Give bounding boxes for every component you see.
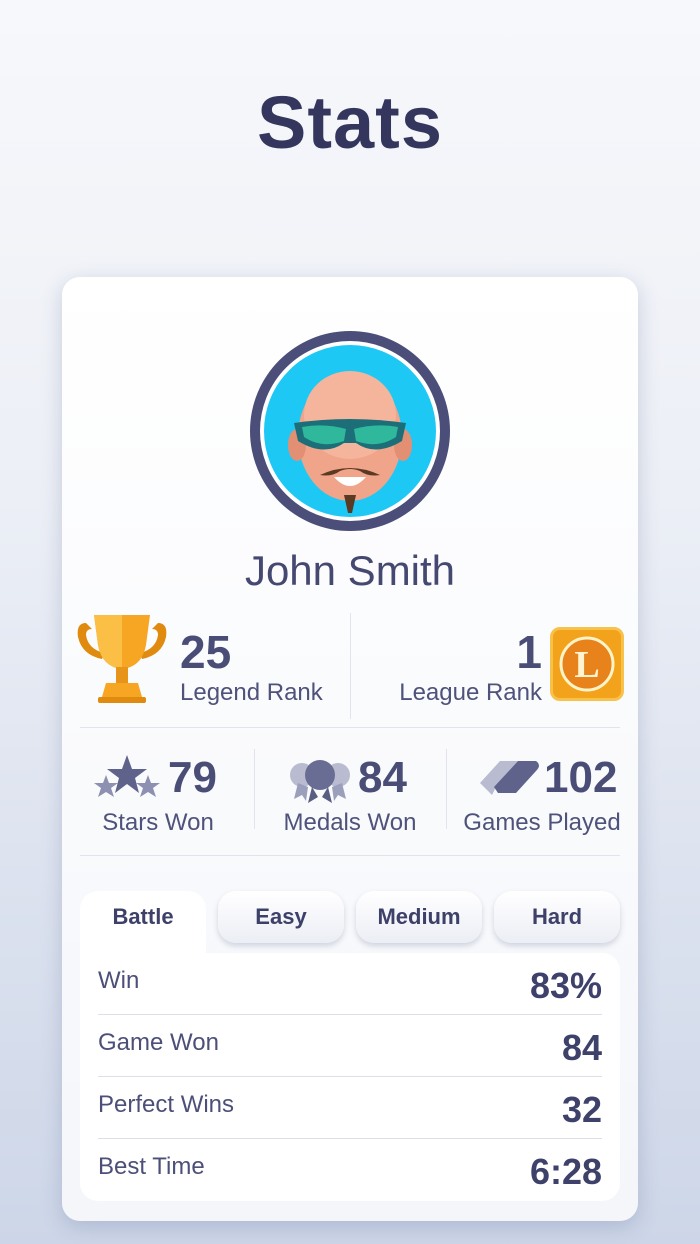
- legend-rank-label: Legend Rank: [180, 679, 323, 706]
- tab-medium[interactable]: Medium: [356, 891, 482, 943]
- divider: [80, 855, 620, 856]
- rank-row: 25 Legend Rank 1 League Rank L: [62, 607, 638, 727]
- table-row: Game Won 84: [98, 1015, 602, 1077]
- tab-battle[interactable]: Battle: [80, 891, 206, 957]
- league-badge-letter: L: [574, 644, 599, 686]
- stars-won-value: 79: [168, 753, 217, 802]
- stats-table: Win 83% Game Won 84 Perfect Wins 32 Best…: [80, 953, 620, 1201]
- stars-icon: [94, 755, 160, 797]
- row-value: 6:28: [529, 1151, 602, 1192]
- row-label: Best Time: [98, 1153, 205, 1180]
- stat-medals-won: 84 Medals Won: [254, 743, 446, 853]
- row-label: Perfect Wins: [98, 1091, 235, 1118]
- stat-games-played: 102 Games Played: [446, 743, 638, 853]
- table-row: Perfect Wins 32: [98, 1077, 602, 1139]
- games-played-label: Games Played: [463, 809, 621, 836]
- table-row: Win 83%: [98, 953, 602, 1015]
- league-badge-icon: L: [550, 627, 624, 701]
- avatar[interactable]: [250, 331, 450, 531]
- stars-won-label: Stars Won: [102, 809, 214, 836]
- medals-won-label: Medals Won: [283, 809, 417, 836]
- row-label: Game Won: [98, 1029, 219, 1056]
- league-rank-value: 1: [516, 626, 542, 678]
- table-row: Best Time 6:28: [98, 1139, 602, 1201]
- legend-rank-value: 25: [180, 626, 232, 678]
- bald-man-sunglasses-icon: [288, 371, 412, 513]
- trophy-icon: [77, 615, 167, 703]
- player-name: John Smith: [244, 547, 456, 594]
- medals-won-value: 84: [358, 753, 407, 802]
- row-label: Win: [98, 967, 140, 994]
- league-rank-label: League Rank: [399, 679, 542, 706]
- page-title: Stats: [257, 81, 443, 164]
- row-value: 84: [561, 1027, 602, 1068]
- games-played-value: 102: [544, 753, 618, 802]
- tab-easy[interactable]: Easy: [218, 891, 344, 943]
- row-value: 83%: [529, 965, 602, 1006]
- stats-card: John Smith 25 Legend Rank 1 League Rank …: [62, 277, 638, 1221]
- tab-hard[interactable]: Hard: [494, 891, 620, 943]
- medals-icon: [290, 760, 350, 803]
- divider: [350, 613, 351, 719]
- games-icon: [480, 761, 539, 795]
- divider: [80, 727, 620, 728]
- stat-stars-won: 79 Stars Won: [62, 743, 254, 853]
- avatar-image: [260, 341, 440, 521]
- row-value: 32: [561, 1089, 602, 1130]
- difficulty-tabs: Battle Easy Medium Hard: [80, 891, 620, 957]
- stats-row: 79 Stars Won 84 Medals Won 102 Games Pla…: [62, 743, 638, 853]
